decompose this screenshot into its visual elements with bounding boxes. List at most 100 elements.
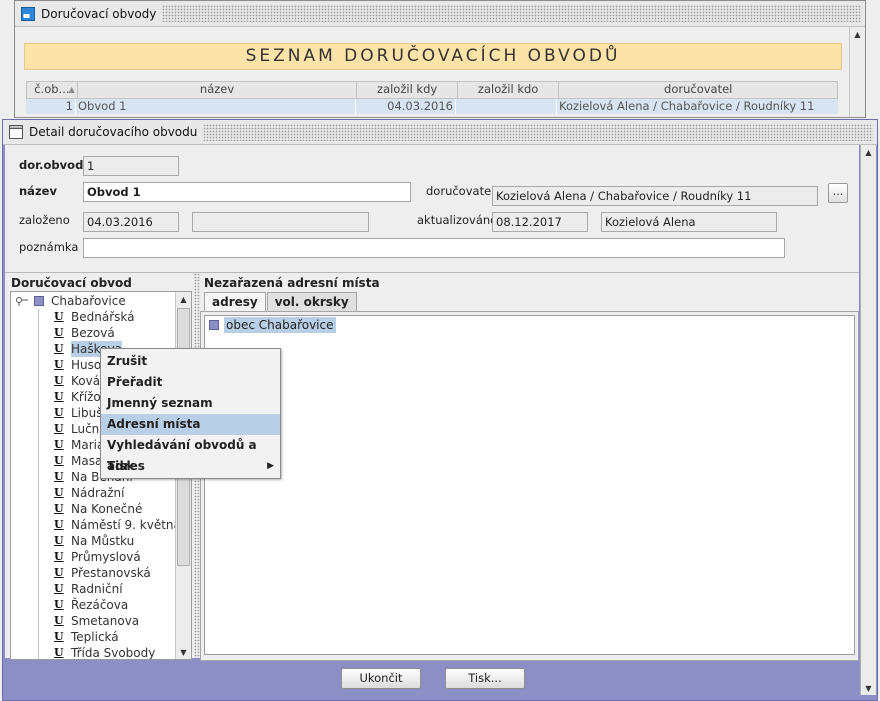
tree-street-node[interactable]: U Teplická xyxy=(11,629,191,645)
bg-window-scrollbar[interactable]: ▲ xyxy=(849,27,865,117)
column-header-zalozil-kdo[interactable]: založil kdo xyxy=(458,82,560,98)
tree-street-node[interactable]: U Na Konečné xyxy=(11,501,191,517)
street-icon: U xyxy=(54,646,64,659)
scroll-up-icon[interactable]: ▲ xyxy=(176,292,191,306)
tree-street-node[interactable]: U Bednářská xyxy=(11,309,191,325)
bg-window-titlebar[interactable]: Doručovací obvody xyxy=(15,1,865,27)
close-button[interactable]: Ukončit xyxy=(341,668,421,689)
cell-nazev: Obvod 1 xyxy=(76,99,356,114)
tab-vol-okrsky[interactable]: vol. okrsky xyxy=(266,292,357,311)
select-dorucovatel-button[interactable]: ... xyxy=(828,183,848,203)
street-icon: U xyxy=(54,326,64,339)
detail-window-title: Detail doručovacího obvodu xyxy=(29,125,198,139)
scroll-up-icon[interactable]: ▲ xyxy=(850,27,865,41)
window-app-icon xyxy=(21,6,35,21)
street-icon: U xyxy=(54,502,64,515)
tree-root-label: Chabařovice xyxy=(51,294,126,308)
tree-street-node[interactable]: U Náměstí 9. května xyxy=(11,517,191,533)
tree-street-label: Přestanovská xyxy=(71,566,151,580)
street-icon: U xyxy=(54,630,64,643)
column-header-cislo[interactable]: č.ob... ▲ xyxy=(27,82,78,98)
dor-obvod-field[interactable]: 1 xyxy=(83,156,179,176)
street-icon: U xyxy=(54,550,64,563)
menu-item-jmenny-seznam[interactable]: Jmenný seznam xyxy=(101,393,280,414)
tree-street-label: Na Konečné xyxy=(71,502,143,516)
tree-street-label: Bednářská xyxy=(71,310,135,324)
print-button[interactable]: Tisk... xyxy=(445,668,525,689)
street-icon: U xyxy=(54,422,64,435)
tree-root-node[interactable]: Chabařovice xyxy=(11,293,191,309)
street-icon: U xyxy=(54,342,64,355)
aktualizovano-kdo-field[interactable]: Kozielová Alena xyxy=(601,212,777,232)
scroll-down-icon[interactable]: ▼ xyxy=(176,645,191,659)
tree-street-node[interactable]: U Průmyslová xyxy=(11,549,191,565)
nazev-field[interactable]: Obvod 1 xyxy=(83,182,411,202)
dorucovatel-field[interactable]: Kozielová Alena / Chabařovice / Roudníky… xyxy=(492,186,818,206)
column-header-nazev[interactable]: název xyxy=(78,82,358,98)
tree-street-node[interactable]: U Řezáčova xyxy=(11,597,191,613)
submenu-arrow-icon: ▶ xyxy=(267,461,274,471)
label-nazev: název xyxy=(19,184,57,198)
label-dor-obvod: dor.obvod xyxy=(19,158,84,172)
table-header: č.ob... ▲ název založil kdy založil kdo … xyxy=(26,81,838,99)
cell-cislo: 1 xyxy=(26,99,76,114)
obvody-table: č.ob... ▲ název založil kdy založil kdo … xyxy=(26,81,838,114)
tree-street-label: Průmyslová xyxy=(71,550,141,564)
folder-icon xyxy=(34,296,44,306)
column-header-dorucovatel[interactable]: doručovatel xyxy=(559,82,837,98)
detail-window-titlebar[interactable]: Detail doručovacího obvodu xyxy=(3,120,877,145)
tab-adresy[interactable]: adresy xyxy=(204,292,266,311)
folder-icon xyxy=(209,320,219,330)
tree-street-node[interactable]: U Nádražní xyxy=(11,485,191,501)
street-icon: U xyxy=(54,374,64,387)
sort-asc-icon: ▲ xyxy=(68,85,75,94)
cell-zalozil-kdo xyxy=(456,99,557,114)
label-zalozeno: založeno xyxy=(19,213,70,227)
column-header-zalozil-kdy[interactable]: založil kdy xyxy=(357,82,458,98)
list-banner: SEZNAM DORUČOVACÍCH OBVODŮ xyxy=(24,43,842,70)
scroll-down-icon[interactable]: ▼ xyxy=(861,681,876,695)
street-icon: U xyxy=(54,598,64,611)
street-icon: U xyxy=(54,310,64,323)
tab-bar: adresy vol. okrsky xyxy=(204,292,358,311)
address-list[interactable]: obec Chabařovice xyxy=(204,315,855,655)
tree-street-node[interactable]: U Na Můstku xyxy=(11,533,191,549)
street-icon: U xyxy=(54,358,64,371)
label-poznamka: poznámka xyxy=(19,240,79,254)
tree-street-node[interactable]: U Radniční xyxy=(11,581,191,597)
window-frame-icon xyxy=(9,125,23,139)
tree-street-node[interactable]: U Třída Svobody xyxy=(11,645,191,660)
tree-street-label: Radniční xyxy=(71,582,123,596)
zalozeno-date-field[interactable]: 04.03.2016 xyxy=(83,212,179,232)
cell-dorucovatel: Kozielová Alena / Chabařovice / Roudníky… xyxy=(559,99,815,113)
scroll-up-icon[interactable]: ▲ xyxy=(861,145,876,159)
tree-handle-icon[interactable] xyxy=(15,296,29,306)
unassigned-item-label: obec Chabařovice xyxy=(224,317,336,333)
table-row[interactable]: 1 Obvod 1 04.03.2016 Kozielová Alena / C… xyxy=(26,99,838,114)
tree-street-node[interactable]: U Přestanovská xyxy=(11,565,191,581)
menu-item-tisk-label: Tisk xyxy=(107,459,135,473)
aktualizovano-date-field[interactable]: 08.12.2017 xyxy=(492,212,588,232)
menu-item-zrusit[interactable]: Zrušit xyxy=(101,351,280,372)
titlebar-grip xyxy=(162,5,861,22)
menu-item-adresni-mista[interactable]: Adresní místa xyxy=(101,414,280,435)
poznamka-field[interactable] xyxy=(83,238,785,258)
tree-street-label: Nádražní xyxy=(71,486,125,500)
street-icon: U xyxy=(54,582,64,595)
tab-panel: obec Chabařovice xyxy=(200,311,859,661)
detail-scrollbar[interactable]: ▲ ▼ xyxy=(860,145,876,695)
tree-street-label: Třída Svobody xyxy=(71,646,156,660)
tree-street-node[interactable]: U Bezová xyxy=(11,325,191,341)
street-icon: U xyxy=(54,566,64,579)
context-menu: Zrušit Přeřadit Jmenný seznam Adresní mí… xyxy=(100,348,281,479)
titlebar-grip xyxy=(203,123,873,141)
menu-item-tisk[interactable]: Tisk ▶ xyxy=(101,456,280,477)
tree-street-node[interactable]: U Smetanova xyxy=(11,613,191,629)
street-icon: U xyxy=(54,614,64,627)
street-icon: U xyxy=(54,454,64,467)
label-aktualizovano: aktualizováno xyxy=(417,213,498,227)
zalozeno-kdo-field[interactable] xyxy=(192,212,369,232)
menu-item-vyhledavani[interactable]: Vyhledávání obvodů a adres xyxy=(101,435,280,473)
menu-item-preradit[interactable]: Přeřadit xyxy=(101,372,280,393)
cell-zalozil-kdy: 04.03.2016 xyxy=(356,99,456,114)
